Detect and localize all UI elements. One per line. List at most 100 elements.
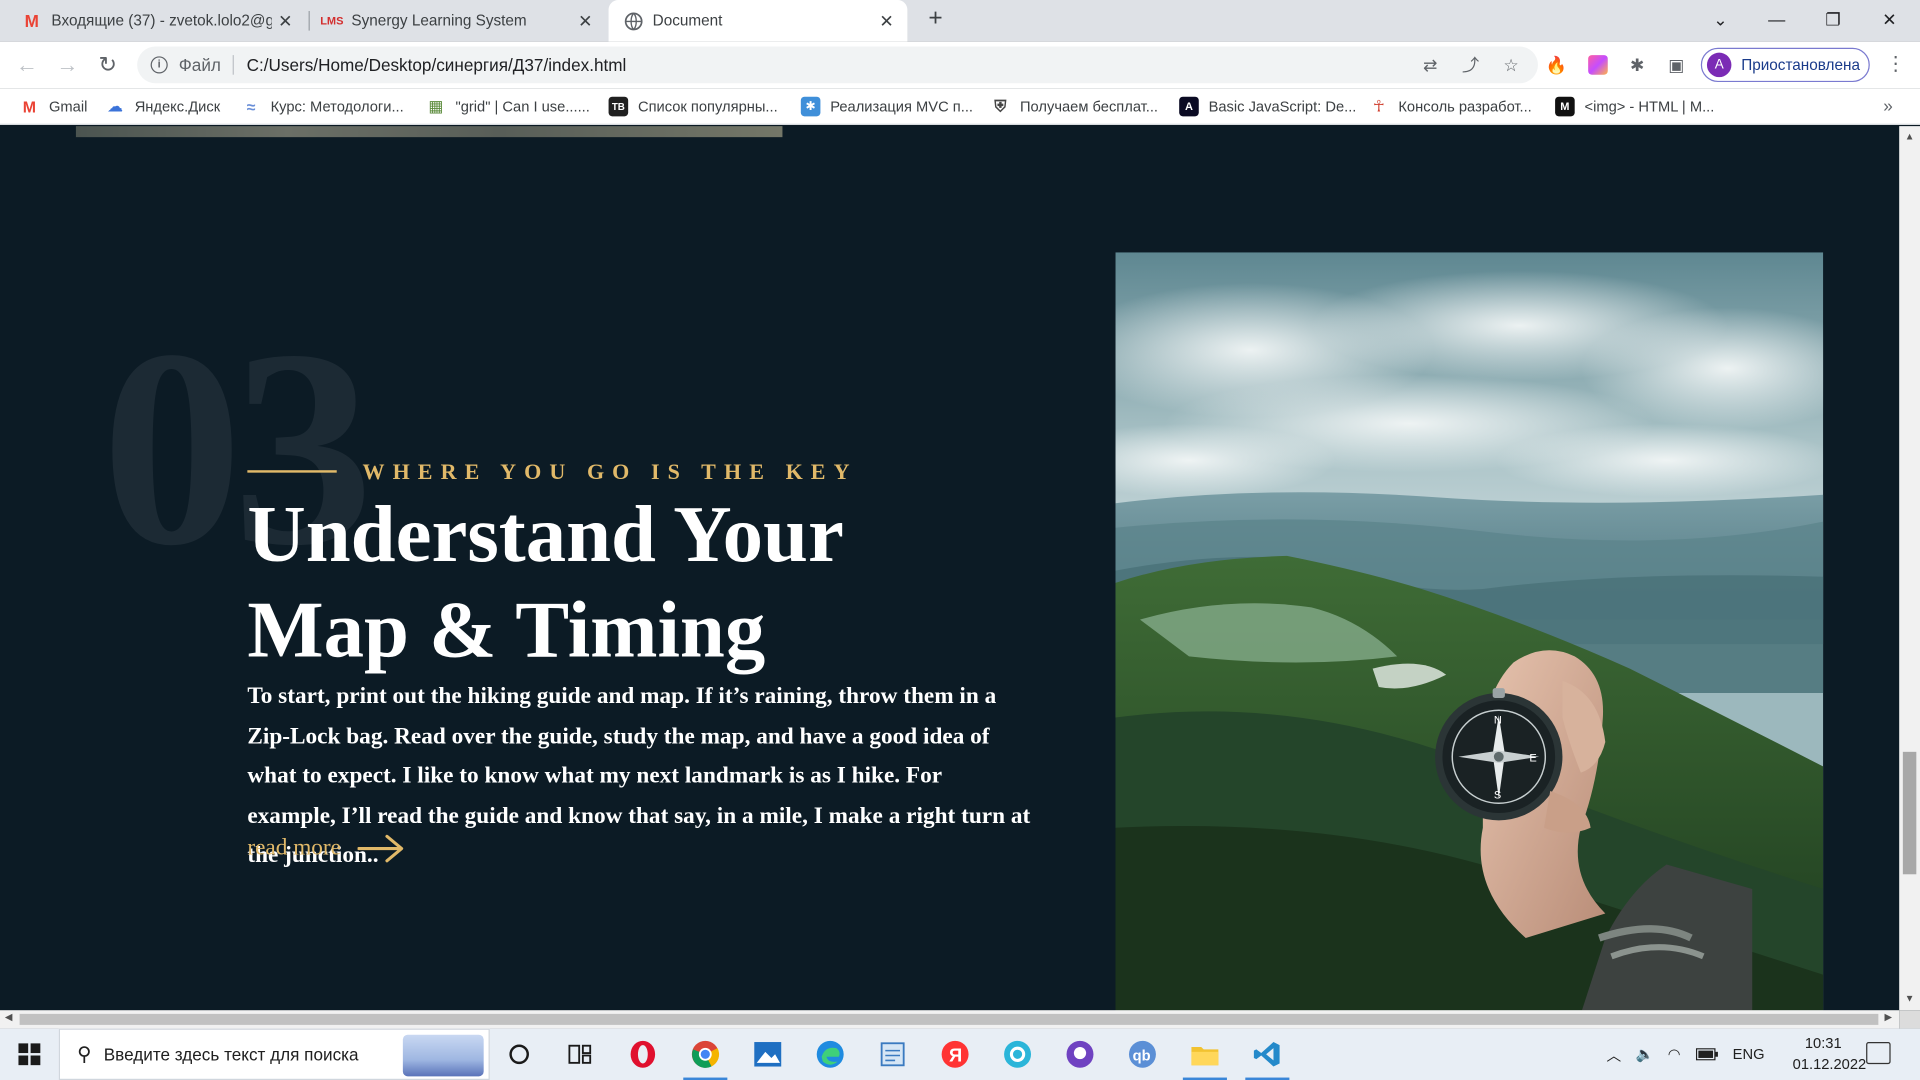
scrollbar-corner xyxy=(1899,1010,1920,1029)
bookmark-label: Basic JavaScript: De... xyxy=(1208,97,1357,116)
freecodecamp-icon: A xyxy=(1179,96,1199,117)
read-more-label: read more xyxy=(247,835,342,861)
forward-button[interactable]: → xyxy=(53,50,82,79)
bookmark-popular-list[interactable]: TB Список популярны... xyxy=(608,96,778,118)
read-more-link[interactable]: read more xyxy=(247,834,404,863)
task-view-icon[interactable] xyxy=(556,1033,605,1075)
taskbar-search[interactable]: ⚲ Введите здесь текст для поиска xyxy=(58,1028,490,1080)
tab-label: Document xyxy=(652,12,723,30)
bookmark-free[interactable]: ⛨ Получаем бесплат... xyxy=(991,96,1158,118)
new-tab-button[interactable]: + xyxy=(921,5,950,34)
translate-icon[interactable]: ⇄ xyxy=(1417,51,1444,78)
extension-gradient-icon[interactable] xyxy=(1584,51,1611,78)
tab-synergy[interactable]: LMS Synergy Learning System ✕ xyxy=(310,0,606,42)
svg-text:N: N xyxy=(1494,715,1502,727)
scroll-right-arrow[interactable]: ▶ xyxy=(1884,1011,1892,1022)
scroll-up-arrow[interactable]: ▲ xyxy=(1903,131,1916,142)
extensions-puzzle-icon[interactable]: ✱ xyxy=(1624,51,1651,78)
section-title: Understand Your Map & Timing xyxy=(247,487,1080,678)
cortana-icon[interactable] xyxy=(495,1033,544,1075)
tab-document[interactable]: Document ✕ xyxy=(608,0,908,42)
share-icon[interactable]: ⤴ xyxy=(1457,51,1484,78)
site-info-icon[interactable]: i xyxy=(150,56,168,74)
bookmark-caniuse[interactable]: ▦ "grid" | Can I use...... xyxy=(426,96,589,118)
bookmark-devtools[interactable]: ☥ Консоль разработ... xyxy=(1369,96,1532,118)
tab-gmail[interactable]: M Входящие (37) - zvetok.lolo2@gmail.com… xyxy=(0,0,306,42)
bookmarks-bar: M Gmail ☁ Яндекс.Диск ≈ Курс: Методологи...… xyxy=(0,88,1920,125)
vscode-icon[interactable] xyxy=(1243,1033,1292,1080)
caniuse-icon: ▦ xyxy=(428,96,444,116)
start-button[interactable] xyxy=(0,1029,59,1080)
bookmark-label: Яндекс.Диск xyxy=(134,97,221,116)
extension-fire-icon[interactable]: 🔥 xyxy=(1543,51,1570,78)
menu-icon[interactable]: ⋮ xyxy=(1886,51,1906,78)
bookmark-gmail[interactable]: M Gmail xyxy=(20,96,88,118)
notepad-icon[interactable] xyxy=(868,1033,917,1075)
windows-taskbar: ⚲ Введите здесь текст для поиска Я qb ︿ … xyxy=(0,1028,1920,1080)
chrome-icon[interactable] xyxy=(681,1033,730,1080)
profile-button[interactable]: A Приостановлена xyxy=(1700,47,1870,83)
svg-text:E: E xyxy=(1529,753,1536,765)
bookmark-freecodecamp[interactable]: A Basic JavaScript: De... xyxy=(1179,96,1356,118)
reload-button[interactable]: ↻ xyxy=(93,50,122,79)
scroll-left-arrow[interactable]: ◀ xyxy=(5,1011,13,1022)
clock-time: 10:31 xyxy=(1804,1034,1842,1052)
close-window-button[interactable]: ✕ xyxy=(1861,0,1917,39)
bookmarks-overflow-icon[interactable]: » xyxy=(1883,96,1893,116)
close-icon[interactable]: ✕ xyxy=(272,10,299,31)
scroll-down-arrow[interactable]: ▼ xyxy=(1903,993,1916,1004)
yandex-icon[interactable]: Я xyxy=(931,1033,980,1075)
bookmark-mdn-img[interactable]: M <img> - HTML | M... xyxy=(1555,96,1714,118)
side-panel-icon[interactable]: ▣ xyxy=(1663,51,1690,78)
avatar: A xyxy=(1706,52,1732,78)
url-text[interactable]: C:/Users/Home/Desktop/синергия/Д37/index… xyxy=(247,55,1417,75)
windows-icon xyxy=(18,1043,41,1066)
search-icon: ⚲ xyxy=(77,1044,92,1066)
vertical-scrollbar[interactable]: ▲ ▼ xyxy=(1899,126,1920,1011)
search-placeholder: Введите здесь текст для поиска xyxy=(103,1044,359,1065)
app-icon[interactable] xyxy=(993,1033,1042,1075)
address-bar[interactable]: i Файл C:/Users/Home/Desktop/синергия/Д3… xyxy=(137,46,1538,84)
wave-icon: ≈ xyxy=(246,97,256,116)
battery-icon[interactable] xyxy=(1695,1029,1718,1080)
tray-overflow-icon[interactable]: ︿ xyxy=(1607,1029,1622,1080)
volume-icon[interactable]: 🔈 xyxy=(1636,1029,1654,1080)
photos-icon[interactable] xyxy=(743,1033,792,1075)
bookmark-mvc[interactable]: ✱ Реализация MVC п... xyxy=(800,96,974,118)
file-explorer-icon[interactable] xyxy=(1180,1033,1229,1080)
svg-text:qb: qb xyxy=(1133,1048,1151,1064)
section-kicker: WHERE YOU GO IS THE KEY xyxy=(362,459,858,484)
bookmark-star-icon[interactable]: ☆ xyxy=(1498,51,1525,78)
language-indicator[interactable]: ENG xyxy=(1733,1029,1765,1080)
system-clock[interactable]: 10:31 01.12.2022 xyxy=(1793,1033,1867,1075)
opera-icon[interactable] xyxy=(618,1033,667,1075)
horizontal-scroll-thumb[interactable] xyxy=(19,1013,1879,1025)
svg-text:S: S xyxy=(1494,789,1501,801)
maximize-button[interactable]: ❐ xyxy=(1805,0,1861,39)
tb-icon: TB xyxy=(608,96,629,117)
close-icon[interactable]: ✕ xyxy=(873,10,900,31)
close-icon[interactable]: ✕ xyxy=(572,10,599,31)
bookmark-yandex-disk[interactable]: ☁ Яндекс.Диск xyxy=(105,96,220,118)
qbittorrent-icon[interactable]: qb xyxy=(1118,1033,1167,1075)
bookmark-label: Gmail xyxy=(48,97,88,116)
kicker-line xyxy=(247,470,337,473)
minimize-button[interactable]: — xyxy=(1749,0,1805,39)
mdn-icon: M xyxy=(1555,96,1575,117)
bookmark-course[interactable]: ≈ Курс: Методологи... xyxy=(241,96,404,118)
tab-search-button[interactable]: ⌄ xyxy=(1692,0,1748,39)
bookmark-label: <img> - HTML | M... xyxy=(1584,97,1715,116)
habr-icon: ✱ xyxy=(800,96,821,117)
horizontal-scrollbar[interactable]: ◀ ▶ xyxy=(0,1010,1900,1029)
svg-text:Я: Я xyxy=(949,1045,962,1066)
edge-icon[interactable] xyxy=(806,1033,855,1075)
vertical-scroll-thumb[interactable] xyxy=(1902,751,1917,875)
bookmark-label: Реализация MVC п... xyxy=(830,97,974,116)
notifications-icon[interactable] xyxy=(1866,1042,1891,1065)
network-icon[interactable]: ◠ xyxy=(1668,1029,1681,1080)
gmail-icon: M xyxy=(22,97,37,116)
shield-icon: ⛨ xyxy=(994,96,1007,116)
back-button[interactable]: ← xyxy=(12,50,41,79)
github-icon[interactable] xyxy=(1056,1033,1105,1075)
page-viewport: 03 WHERE YOU GO IS THE KEY Understand Yo… xyxy=(0,126,1900,1011)
